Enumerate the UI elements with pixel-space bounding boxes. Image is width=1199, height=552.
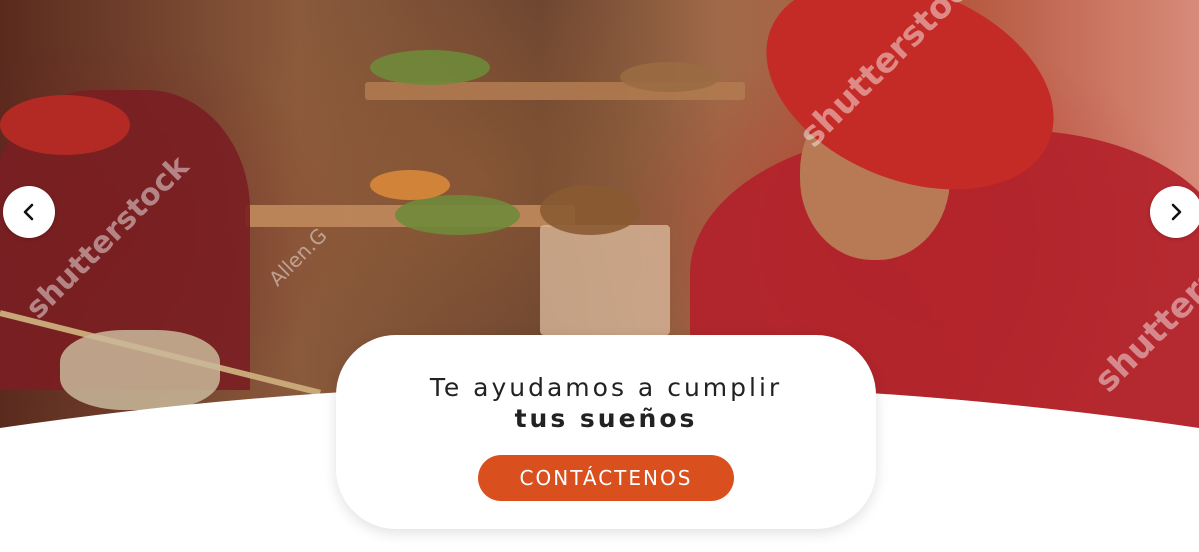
- hero-card: Te ayudamos a cumplir tus sueños CONTÁCT…: [336, 335, 876, 529]
- hero-wool: [60, 330, 220, 410]
- hero-basket: [620, 62, 720, 92]
- contact-button[interactable]: CONTÁCTENOS: [478, 455, 734, 501]
- chevron-right-icon: [1171, 203, 1182, 221]
- carousel-prev-button[interactable]: [3, 186, 55, 238]
- watermark-text: Allen.G: [264, 223, 332, 291]
- hero-heading-line1: Te ayudamos a cumplir: [429, 373, 783, 402]
- hero-basket: [395, 195, 520, 235]
- carousel-next-button[interactable]: [1150, 186, 1199, 238]
- hero-basket: [370, 50, 490, 85]
- hero-hat-left: [0, 95, 130, 155]
- chevron-left-icon: [23, 203, 34, 221]
- hero-basket: [370, 170, 450, 200]
- hero-heading-line2: tus sueños: [514, 404, 698, 433]
- hero-basket: [540, 185, 640, 235]
- hero-oven: [540, 225, 670, 335]
